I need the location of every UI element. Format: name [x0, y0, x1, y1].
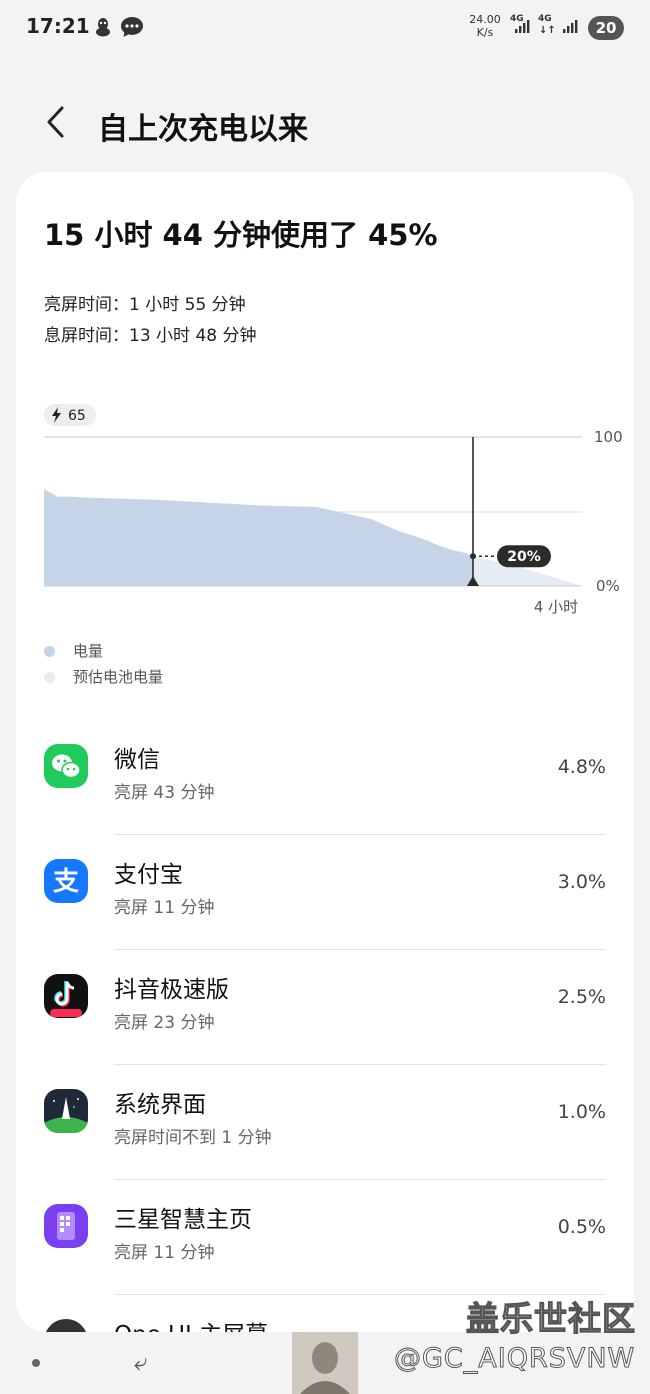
alipay-icon: 支 — [44, 859, 88, 903]
battery-usage-card: 15 小时 44 分钟使用了 45% 亮屏时间：1 小时 55 分钟 息屏时间：… — [16, 172, 634, 1332]
app-name: 系统界面 — [114, 1092, 206, 1118]
app-screen-time: 亮屏 23 分钟 — [114, 1013, 215, 1033]
y-axis-top-label: 100 — [594, 428, 623, 446]
chevron-left-icon — [47, 106, 64, 138]
app-row-douyin-lite[interactable]: 抖音极速版 亮屏 23 分钟 2.5% — [16, 950, 634, 1065]
legend-battery: 电量 — [44, 640, 103, 661]
app-screen-time: 亮屏时间不到 1 分钟 — [114, 1128, 272, 1148]
estimate-duration-label: 4 小时 — [534, 598, 578, 616]
app-row-system-ui[interactable]: 系统界面 亮屏时间不到 1 分钟 1.0% — [16, 1065, 634, 1180]
legend-estimate-dot — [44, 672, 55, 683]
y-axis-bottom-label: 0% — [596, 577, 620, 595]
app-row-samsung-free[interactable]: 三星智慧主页 亮屏 11 分钟 0.5% — [16, 1180, 634, 1295]
app-usage-percent: 4.8% — [557, 756, 606, 778]
one-ui-home-icon — [44, 1319, 88, 1332]
charge-start-value: 65 — [68, 408, 86, 424]
app-screen-time: 亮屏 43 分钟 — [114, 783, 215, 803]
legend-battery-dot — [44, 646, 55, 657]
avatar — [292, 1332, 358, 1394]
status-time: 17:21 — [26, 14, 90, 38]
app-screen-time: 亮屏 11 分钟 — [114, 1243, 215, 1263]
app-usage-percent: 2.5% — [557, 986, 606, 1008]
svg-text:支: 支 — [53, 867, 79, 897]
app-name: 微信 — [114, 747, 160, 773]
page-title: 自上次充电以来 — [98, 112, 308, 147]
app-usage-percent: 1.0% — [557, 1101, 606, 1123]
battery-chart[interactable]: 20% 65 100 0% 4 小时 — [26, 400, 634, 620]
watermark-user: @GC_AIQRSVNW — [393, 1343, 636, 1375]
network-speed: 24.00 K/s — [469, 13, 501, 39]
app-name: 三星智慧主页 — [114, 1207, 252, 1233]
message-notification-icon — [120, 16, 144, 43]
legend-estimate: 预估电池电量 — [44, 666, 163, 687]
back-button[interactable] — [36, 100, 80, 144]
system-ui-icon — [44, 1089, 88, 1133]
app-row-alipay[interactable]: 支 支付宝 亮屏 11 分钟 3.0% — [16, 835, 634, 950]
network-type-label-2: 4G — [538, 14, 552, 24]
app-usage-percent: 3.0% — [557, 871, 606, 893]
status-bar: 17:21 24.00 K/s 4G 4G ↓↑ 20 — [0, 0, 650, 56]
app-screen-time: 亮屏 11 分钟 — [114, 898, 215, 918]
wechat-icon — [44, 744, 88, 788]
douyin-lite-icon — [44, 974, 88, 1018]
data-arrows-icon: ↓↑ — [539, 25, 556, 36]
recents-dot-icon[interactable] — [32, 1359, 40, 1367]
app-usage-percent: 0.5% — [557, 1216, 606, 1238]
battery-level: 20 — [588, 16, 624, 40]
current-level-label: 20% — [507, 549, 541, 565]
app-row-wechat[interactable]: 微信 亮屏 43 分钟 4.8% — [16, 720, 634, 835]
screen-off-time: 息屏时间：13 小时 48 分钟 — [44, 326, 257, 346]
watermark-site: 盖乐世社区 — [465, 1298, 636, 1338]
app-name: One UI 主屏幕 — [114, 1315, 268, 1332]
signal-bars-icon — [515, 20, 530, 33]
screen-on-time: 亮屏时间：1 小时 55 分钟 — [44, 295, 246, 315]
app-name: 支付宝 — [114, 862, 183, 888]
signal-bars-icon-2 — [563, 20, 578, 33]
samsung-free-icon — [44, 1204, 88, 1248]
app-name: 抖音极速版 — [114, 977, 229, 1003]
battery-level-area — [44, 489, 473, 586]
nav-back-icon[interactable]: ⤶ — [134, 1348, 147, 1376]
qq-notification-icon — [94, 16, 112, 43]
usage-summary-title: 15 小时 44 分钟使用了 45% — [44, 218, 438, 252]
